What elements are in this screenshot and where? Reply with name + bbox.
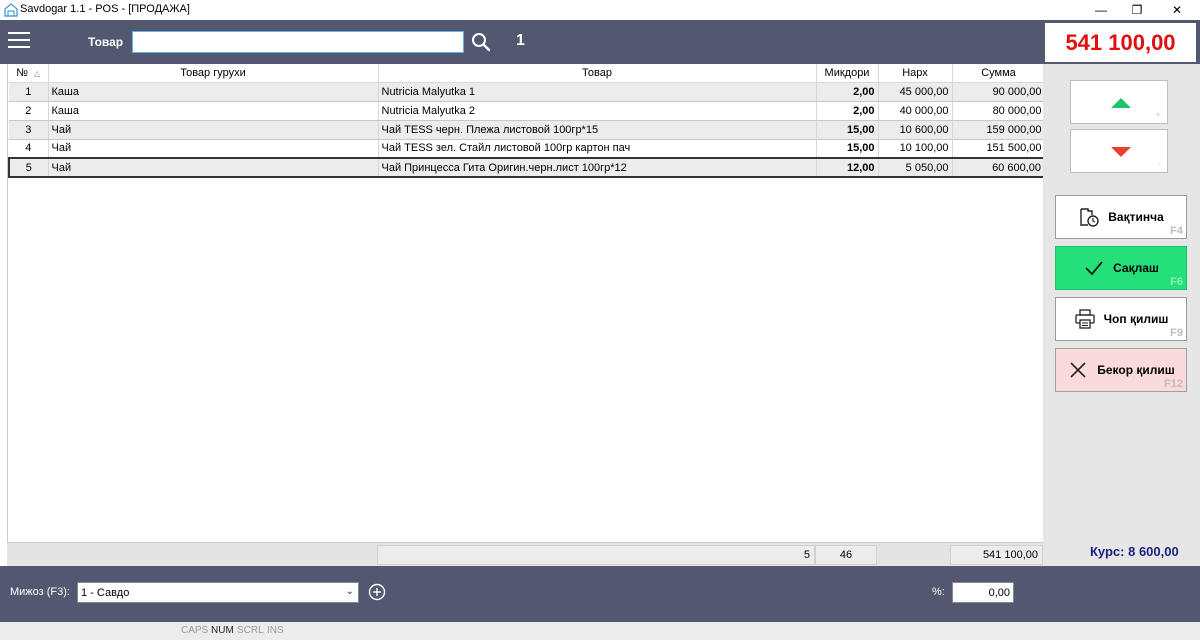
row-num: 2	[9, 101, 49, 121]
grand-total: 541 100,00	[1045, 23, 1196, 62]
status-bar: CAPS NUM SCRL INS	[0, 622, 1200, 640]
row-num: 3	[9, 120, 49, 140]
checkmark-icon	[1085, 261, 1103, 276]
cancel-sale-button[interactable]: Бекор қилиш F12	[1055, 348, 1187, 392]
bottom-bar: Мижоз (F3): 1 - Савдо ⌄ %: 0,00	[0, 566, 1200, 622]
add-client-icon[interactable]	[368, 583, 386, 601]
sales-table: № △ Товар гурухи Товар Микдори Нарх Сумма…	[7, 64, 1046, 566]
row-sum: 60 600,00	[952, 157, 1046, 178]
product-search-input[interactable]	[132, 31, 464, 53]
column-header-product[interactable]: Товар	[378, 64, 817, 83]
row-sum: 80 000,00	[952, 101, 1046, 121]
row-quantity: 15,00	[816, 139, 879, 159]
row-num: 1	[9, 82, 49, 102]
title-bar: Savdogar 1.1 - POS - [ПРОДАЖА] — ❐ ✕	[0, 0, 1200, 20]
row-quantity: 15,00	[816, 120, 879, 140]
product-search-label: Товар	[88, 35, 124, 49]
column-header-sum[interactable]: Сумма	[952, 64, 1046, 83]
row-price: 5 050,00	[878, 157, 953, 178]
increase-quantity-button[interactable]: +	[1070, 80, 1168, 124]
client-label: Мижоз (F3):	[10, 586, 70, 598]
clipboard-clock-icon	[1080, 208, 1099, 227]
row-quantity: 2,00	[816, 82, 879, 102]
hold-sale-button[interactable]: Вақтинча F4	[1055, 195, 1187, 239]
decrease-quantity-button[interactable]: -	[1070, 129, 1168, 173]
insert-mode-indicator: INS	[267, 625, 284, 636]
row-price: 10 100,00	[878, 139, 953, 159]
column-header-group[interactable]: Товар гурухи	[48, 64, 379, 83]
row-price: 10 600,00	[878, 120, 953, 140]
table-row[interactable]: 2 Каша Nutricia Malyutka 2 2,00 40 000,0…	[9, 101, 1046, 121]
row-price: 45 000,00	[878, 82, 953, 102]
caps-lock-indicator: CAPS	[181, 625, 209, 636]
printer-icon	[1074, 309, 1095, 329]
row-group: Каша	[48, 101, 379, 121]
row-price: 40 000,00	[878, 101, 953, 121]
row-group: Каша	[48, 82, 379, 102]
arrow-down-icon	[1111, 147, 1131, 157]
table-row-selected[interactable]: 5 Чай Чай Принцесса Гита Оригин.черн.лис…	[8, 157, 1046, 178]
column-header-num[interactable]: № △	[9, 64, 49, 83]
save-sale-button[interactable]: Сақлаш F6	[1055, 246, 1187, 290]
row-product: Чай TESS черн. Плежа листовой 100гр*15	[378, 120, 817, 140]
table-row[interactable]: 4 Чай Чай TESS зел. Стайл листовой 100гр…	[9, 139, 1046, 159]
row-group: Чай	[48, 120, 379, 140]
row-product: Nutricia Malyutka 1	[378, 82, 817, 102]
top-toolbar: Товар 1	[0, 20, 1043, 64]
scroll-lock-indicator: SCRL	[237, 625, 264, 636]
table-row[interactable]: 3 Чай Чай TESS черн. Плежа листовой 100г…	[9, 120, 1046, 140]
table-footer: 5 46 541 100,00	[7, 542, 1043, 566]
footer-quantity-total: 46	[815, 545, 877, 565]
column-header-price[interactable]: Нарх	[878, 64, 953, 83]
row-sum: 90 000,00	[952, 82, 1046, 102]
window-title: Savdogar 1.1 - POS - [ПРОДАЖА]	[20, 3, 190, 15]
search-icon[interactable]	[470, 31, 492, 53]
column-header-quantity[interactable]: Микдори	[816, 64, 879, 83]
num-lock-indicator: NUM	[211, 625, 234, 636]
row-group: Чай	[48, 139, 379, 159]
close-button[interactable]: ✕	[1154, 0, 1200, 20]
row-product: Nutricia Malyutka 2	[378, 101, 817, 121]
footer-item-count: 5	[377, 545, 815, 565]
row-product: Чай Принцесса Гита Оригин.черн.лист 100г…	[378, 157, 817, 178]
action-panel: + - Вақтинча F4 Сақлаш F6 Чоп қилиш F9 Б…	[1043, 64, 1200, 566]
row-quantity: 2,00	[816, 101, 879, 121]
discount-percent-input[interactable]: 0,00	[952, 582, 1014, 603]
chevron-down-icon: ⌄	[345, 586, 354, 597]
client-select[interactable]: 1 - Савдо ⌄	[77, 582, 359, 603]
app-logo-icon	[4, 3, 18, 17]
footer-sum-total: 541 100,00	[950, 545, 1043, 565]
row-group: Чай	[48, 157, 379, 178]
row-sum: 151 500,00	[952, 139, 1046, 159]
row-num: 5	[8, 157, 49, 178]
hamburger-menu-icon[interactable]	[8, 32, 30, 50]
row-sum: 159 000,00	[952, 120, 1046, 140]
row-quantity: 12,00	[816, 157, 879, 178]
discount-percent-label: %:	[932, 586, 945, 598]
table-header: № △ Товар гурухи Товар Микдори Нарх Сумма	[9, 64, 1046, 83]
exchange-rate: Курс: 8 600,00	[1090, 544, 1179, 559]
table-row[interactable]: 1 Каша Nutricia Malyutka 1 2,00 45 000,0…	[9, 82, 1046, 102]
quantity-value: 1	[516, 32, 525, 49]
row-product: Чай TESS зел. Стайл листовой 100гр карто…	[378, 139, 817, 159]
arrow-up-icon	[1111, 98, 1131, 108]
print-receipt-button[interactable]: Чоп қилиш F9	[1055, 297, 1187, 341]
row-num: 4	[9, 139, 49, 159]
total-panel: 541 100,00	[1043, 20, 1200, 64]
sort-ascending-icon: △	[34, 68, 41, 78]
close-icon	[1070, 362, 1086, 378]
